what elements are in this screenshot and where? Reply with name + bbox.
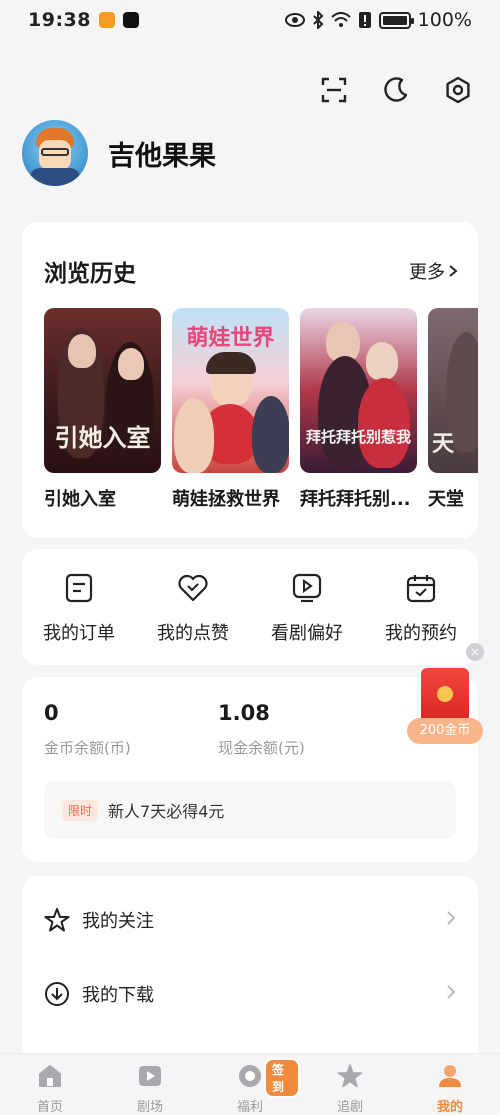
coin-balance-label: 金币余额(币) (44, 739, 131, 757)
tab-home[interactable]: 首页 (0, 1054, 100, 1115)
battery-percent: 100% (417, 9, 472, 31)
poster-title: 拜托拜托别惹我 (305, 428, 411, 446)
close-red-packet-button[interactable]: × (466, 643, 484, 661)
tab-follow-drama[interactable]: 追剧 (300, 1054, 400, 1115)
history-item-title: 萌娃拯救世界 (172, 489, 280, 510)
menu-item-following[interactable]: 我的关注 (44, 900, 456, 940)
chevron-right-icon (446, 910, 456, 931)
poster-image: 引她入室 (44, 308, 161, 473)
star-icon (337, 1064, 363, 1088)
my-reservations-button[interactable]: 我的预约 (364, 549, 478, 665)
browse-history-card: 浏览历史 更多 引她入室 引她入室 萌娃世界 萌娃拯救世界 拜托拜托别惹我 拜托… (22, 222, 478, 538)
home-icon (39, 1065, 61, 1087)
chevron-right-icon (449, 265, 458, 277)
bluetooth-icon (312, 11, 324, 29)
red-envelope-icon (421, 668, 469, 724)
poster-image: 天 (428, 308, 478, 473)
limited-time-tag: 限时 (62, 799, 99, 821)
cash-balance-value[interactable]: 1.08 (218, 701, 270, 725)
tab-theater[interactable]: 剧场 (100, 1054, 200, 1115)
alert-icon (358, 12, 371, 28)
history-item[interactable]: 引她入室 引她入室 (44, 308, 161, 511)
red-packet-widget[interactable]: 200金币 (407, 668, 483, 746)
battery-icon (378, 11, 414, 29)
tiktok-notification-icon (122, 12, 139, 28)
history-item[interactable]: 萌娃世界 萌娃拯救世界 (172, 308, 289, 511)
sign-in-badge: 签到 (264, 1058, 300, 1098)
tab-welfare[interactable]: 福利 签到 (200, 1054, 300, 1115)
cash-balance-label: 现金余额(元) (218, 739, 305, 757)
poster-title: 引她入室 (54, 423, 151, 452)
coin-icon (239, 1065, 261, 1087)
new-user-promo-banner[interactable]: 限时 新人7天必得4元 (44, 781, 456, 839)
red-packet-amount: 200金币 (407, 718, 483, 744)
history-item-title: 拜托拜托别... (300, 489, 411, 510)
my-likes-button[interactable]: 我的点赞 (136, 549, 250, 665)
top-actions (316, 72, 476, 108)
history-item[interactable]: 拜托拜托别惹我 拜托拜托别... (300, 308, 417, 511)
gear-icon (446, 76, 470, 104)
night-mode-button[interactable] (378, 72, 414, 108)
poster-image: 萌娃世界 (172, 308, 289, 473)
settings-button[interactable] (440, 72, 476, 108)
promo-text: 新人7天必得4元 (108, 802, 225, 821)
menu-list-card: 我的关注 我的下载 (22, 876, 478, 1076)
avatar[interactable] (22, 120, 88, 186)
user-icon (439, 1065, 461, 1087)
poster-title: 萌娃世界 (186, 326, 275, 351)
watch-preferences-button[interactable]: 看剧偏好 (250, 549, 364, 665)
theater-icon (139, 1066, 161, 1086)
username: 吉他果果 (108, 140, 216, 172)
history-title: 浏览历史 (44, 261, 136, 287)
history-more-link[interactable]: 更多 (409, 258, 458, 284)
my-orders-button[interactable]: 我的订单 (22, 549, 136, 665)
profile-header[interactable]: 吉他果果 (22, 120, 216, 186)
chevron-right-icon (446, 984, 456, 1005)
order-icon (65, 573, 93, 603)
status-time: 19:38 (28, 9, 91, 31)
calendar-icon (406, 575, 436, 603)
moon-icon (384, 77, 408, 102)
status-bar: 19:38 100% (0, 0, 500, 40)
star-icon (44, 908, 70, 932)
bottom-tab-bar: 首页 剧场 福利 签到 追剧 我的 (0, 1053, 500, 1115)
history-item-title: 引她入室 (44, 489, 116, 510)
menu-item-downloads[interactable]: 我的下载 (44, 974, 456, 1014)
app-notification-icon (98, 12, 115, 28)
poster-title: 天 (432, 431, 455, 457)
download-icon (45, 982, 69, 1006)
scan-button[interactable] (316, 72, 352, 108)
scan-icon (321, 77, 347, 103)
tab-mine[interactable]: 我的 (400, 1054, 500, 1115)
coin-balance-value[interactable]: 0 (44, 701, 59, 725)
eye-icon (284, 13, 305, 27)
history-item[interactable]: 天 天堂 (428, 308, 478, 511)
wifi-icon (331, 12, 351, 27)
poster-image: 拜托拜托别惹我 (300, 308, 417, 473)
history-item-title: 天堂 (428, 489, 464, 510)
play-icon (292, 573, 322, 603)
quick-actions-card: 我的订单 我的点赞 看剧偏好 我的预约 (22, 549, 478, 665)
heart-icon (178, 574, 208, 602)
